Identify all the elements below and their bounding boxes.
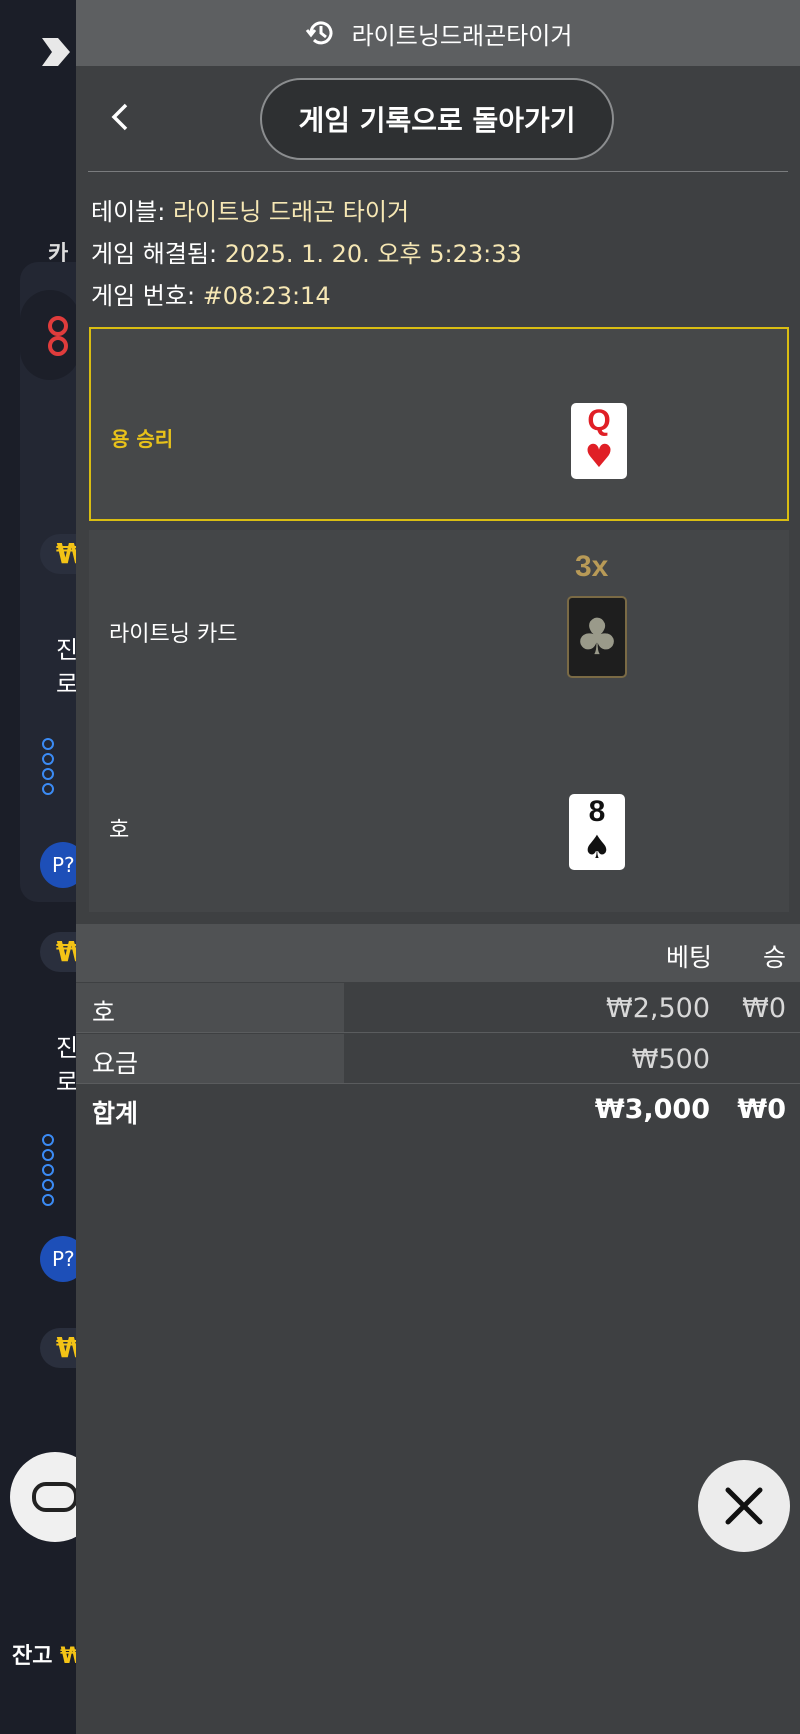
bet-row: 호 ₩2,500 ₩0 [76, 983, 800, 1033]
tiger-card: 8 ♠ [569, 794, 625, 870]
total-win: ₩0 [737, 1094, 786, 1125]
header-bar: 라이트닝드래곤타이거 [76, 0, 800, 66]
table-info: 테이블: 라이트닝 드래곤 타이거 [91, 192, 409, 227]
fee-row: 요금 ₩500 [76, 1034, 800, 1084]
tiger-card-rank: 8 [588, 795, 606, 828]
bet-row-amount: ₩2,500 [606, 993, 710, 1024]
back-to-history-button[interactable]: 게임 기록으로 돌아가기 [260, 78, 614, 160]
dragon-outcome-row: 용 승리 Q ♥ [89, 327, 789, 521]
lightning-card-label: 라이트닝 카드 [109, 622, 238, 647]
table-label: 테이블: [91, 198, 166, 226]
background-text-jin: 진 [56, 636, 79, 664]
column-bet-header: 베팅 [665, 943, 712, 972]
bet-row-label: 호 [92, 998, 116, 1027]
game-number-value: #08:23:14 [202, 282, 331, 310]
close-button[interactable] [698, 1460, 790, 1552]
bet-row-win: ₩0 [742, 993, 786, 1024]
header-title: 라이트닝드래곤타이거 [351, 21, 573, 50]
close-icon [725, 1487, 763, 1525]
game-number-info: 게임 번호: #08:23:14 [91, 276, 331, 311]
divider [88, 171, 788, 172]
history-icon [305, 21, 333, 45]
resolved-label: 게임 해결됨: [91, 240, 218, 268]
background-roadmap [42, 738, 58, 798]
lightning-card-row: 3x 라이트닝 카드 ♣ [89, 530, 789, 720]
game-number-label: 게임 번호: [91, 282, 196, 310]
dragon-card-rank: Q [587, 404, 611, 437]
total-bet: ₩3,000 [594, 1094, 710, 1125]
club-icon: ♣ [567, 596, 627, 678]
bets-table-header: 베팅 승 [76, 924, 800, 982]
background-text-ro: 로 [56, 670, 79, 698]
background-text-jin-2: 진 [56, 1034, 79, 1062]
total-row: 합계 ₩3,000 ₩0 [76, 1084, 800, 1134]
background-roadmap-2 [42, 1134, 58, 1209]
spade-icon: ♠ [582, 828, 612, 866]
resolved-value: 2025. 1. 20. 오후 5:23:33 [224, 240, 522, 268]
resolved-info: 게임 해결됨: 2025. 1. 20. 오후 5:23:33 [91, 234, 522, 269]
balance-label: 잔고 [12, 1644, 53, 1669]
tiger-outcome-row: 호 8 ♠ [89, 720, 789, 912]
fee-row-label: 요금 [92, 1049, 139, 1078]
fee-row-amount: ₩500 [631, 1044, 710, 1075]
game-history-panel: 라이트닝드래곤타이거 게임 기록으로 돌아가기 테이블: 라이트닝 드래곤 타이… [76, 0, 800, 1734]
heart-icon: ♥ [584, 437, 614, 475]
table-value: 라이트닝 드래곤 타이거 [172, 198, 410, 226]
total-label: 합계 [92, 1099, 139, 1128]
back-arrow-icon[interactable] [104, 100, 138, 134]
winner-label: 용 승리 [111, 427, 174, 451]
lightning-multiplier: 3x [575, 550, 609, 583]
tiger-label: 호 [109, 818, 130, 843]
column-win-header: 승 [762, 943, 786, 972]
dragon-card: Q ♥ [571, 403, 627, 479]
background-text-ro-2: 로 [56, 1068, 79, 1096]
balance: 잔고 ₩ [12, 1638, 84, 1670]
app-logo-icon [42, 38, 70, 66]
chat-icon [32, 1482, 78, 1512]
